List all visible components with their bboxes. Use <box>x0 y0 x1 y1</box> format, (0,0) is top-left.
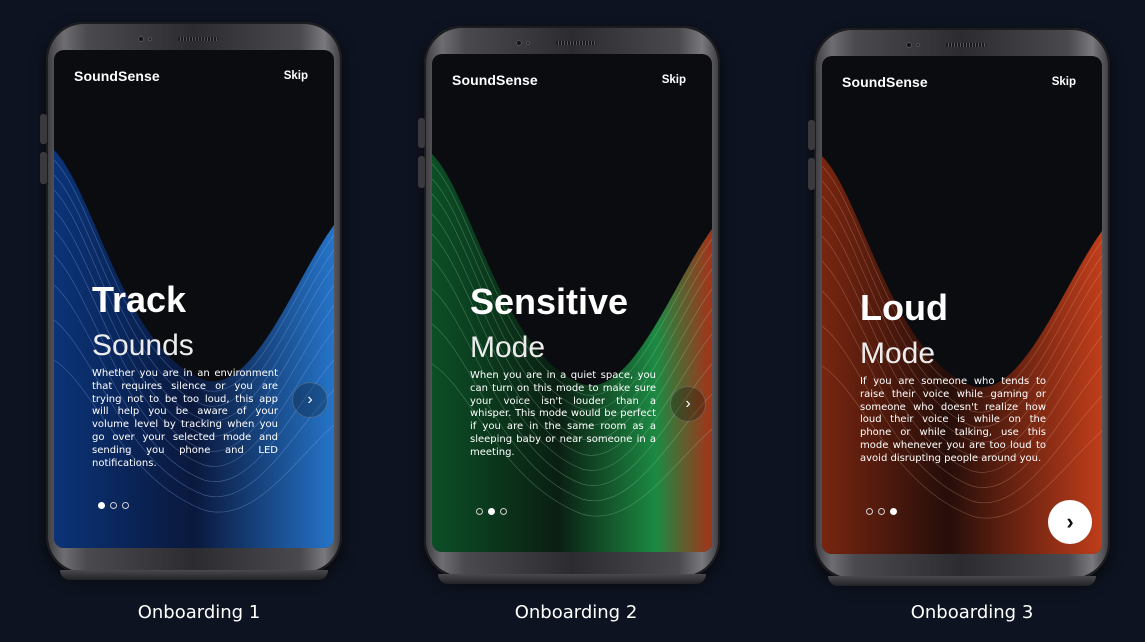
volume-button <box>40 114 47 144</box>
onboarding-screen-2: SoundSense Skip Sensitive Mode When you … <box>432 54 712 552</box>
front-camera <box>516 40 522 46</box>
page-dot[interactable] <box>122 502 129 509</box>
page-dot[interactable] <box>476 508 483 515</box>
app-brand: SoundSense <box>74 68 160 84</box>
volume-button <box>808 158 815 190</box>
next-button[interactable]: › <box>1048 500 1092 544</box>
page-dot[interactable] <box>98 502 105 509</box>
chevron-right-icon: › <box>685 395 691 412</box>
phone-frame-1: SoundSense Skip Track Sounds Whether you… <box>40 22 342 580</box>
page-indicator <box>476 508 507 515</box>
app-brand: SoundSense <box>452 72 538 88</box>
page-dot[interactable] <box>488 508 495 515</box>
next-button[interactable]: › <box>292 382 328 418</box>
screen-caption: Onboarding 3 <box>910 602 1034 623</box>
volume-button <box>40 152 47 184</box>
phone-frame-3: SoundSense Skip Loud Mode If you are som… <box>808 28 1110 586</box>
onboarding-screen-1: SoundSense Skip Track Sounds Whether you… <box>54 50 334 548</box>
skip-link[interactable]: Skip <box>1052 76 1076 88</box>
volume-button <box>418 156 425 188</box>
screen-caption: Onboarding 2 <box>514 602 638 623</box>
app-brand: SoundSense <box>842 74 928 90</box>
screen-title: Sensitive <box>470 281 629 322</box>
skip-link[interactable]: Skip <box>662 74 686 86</box>
screen-subtitle: Sounds <box>92 329 194 362</box>
screen-description: When you are in a quiet space, you can t… <box>470 370 656 458</box>
page-dot[interactable] <box>110 502 117 509</box>
onboarding-screen-3: SoundSense Skip Loud Mode If you are som… <box>822 56 1102 554</box>
volume-button <box>418 118 425 148</box>
chevron-right-icon: › <box>1066 509 1074 534</box>
front-camera <box>906 42 912 48</box>
page-dot[interactable] <box>890 508 897 515</box>
chevron-right-icon: › <box>307 391 313 408</box>
speaker-grill <box>946 43 986 47</box>
front-camera <box>138 36 144 42</box>
volume-button <box>808 120 815 150</box>
screen-subtitle: Mode <box>470 331 546 364</box>
page-dot[interactable] <box>878 508 885 515</box>
screen-title: Loud <box>860 287 948 328</box>
screen-title: Track <box>92 279 187 320</box>
screen-caption: Onboarding 1 <box>137 602 261 623</box>
page-indicator <box>98 502 129 509</box>
sensor-dot <box>916 43 920 47</box>
sensor-dot <box>148 37 152 41</box>
sensor-dot <box>526 41 530 45</box>
page-indicator <box>866 508 897 515</box>
speaker-grill <box>178 37 218 41</box>
page-dot[interactable] <box>866 508 873 515</box>
screen-subtitle: Mode <box>860 337 936 370</box>
phone-frame-2: SoundSense Skip Sensitive Mode When you … <box>418 26 720 584</box>
speaker-grill <box>556 41 596 45</box>
skip-link[interactable]: Skip <box>284 70 308 82</box>
screen-description: If you are someone who tends to raise th… <box>860 376 1046 464</box>
next-button[interactable]: › <box>670 386 706 422</box>
page-dot[interactable] <box>500 508 507 515</box>
screen-description: Whether you are in an environment that r… <box>92 368 278 469</box>
